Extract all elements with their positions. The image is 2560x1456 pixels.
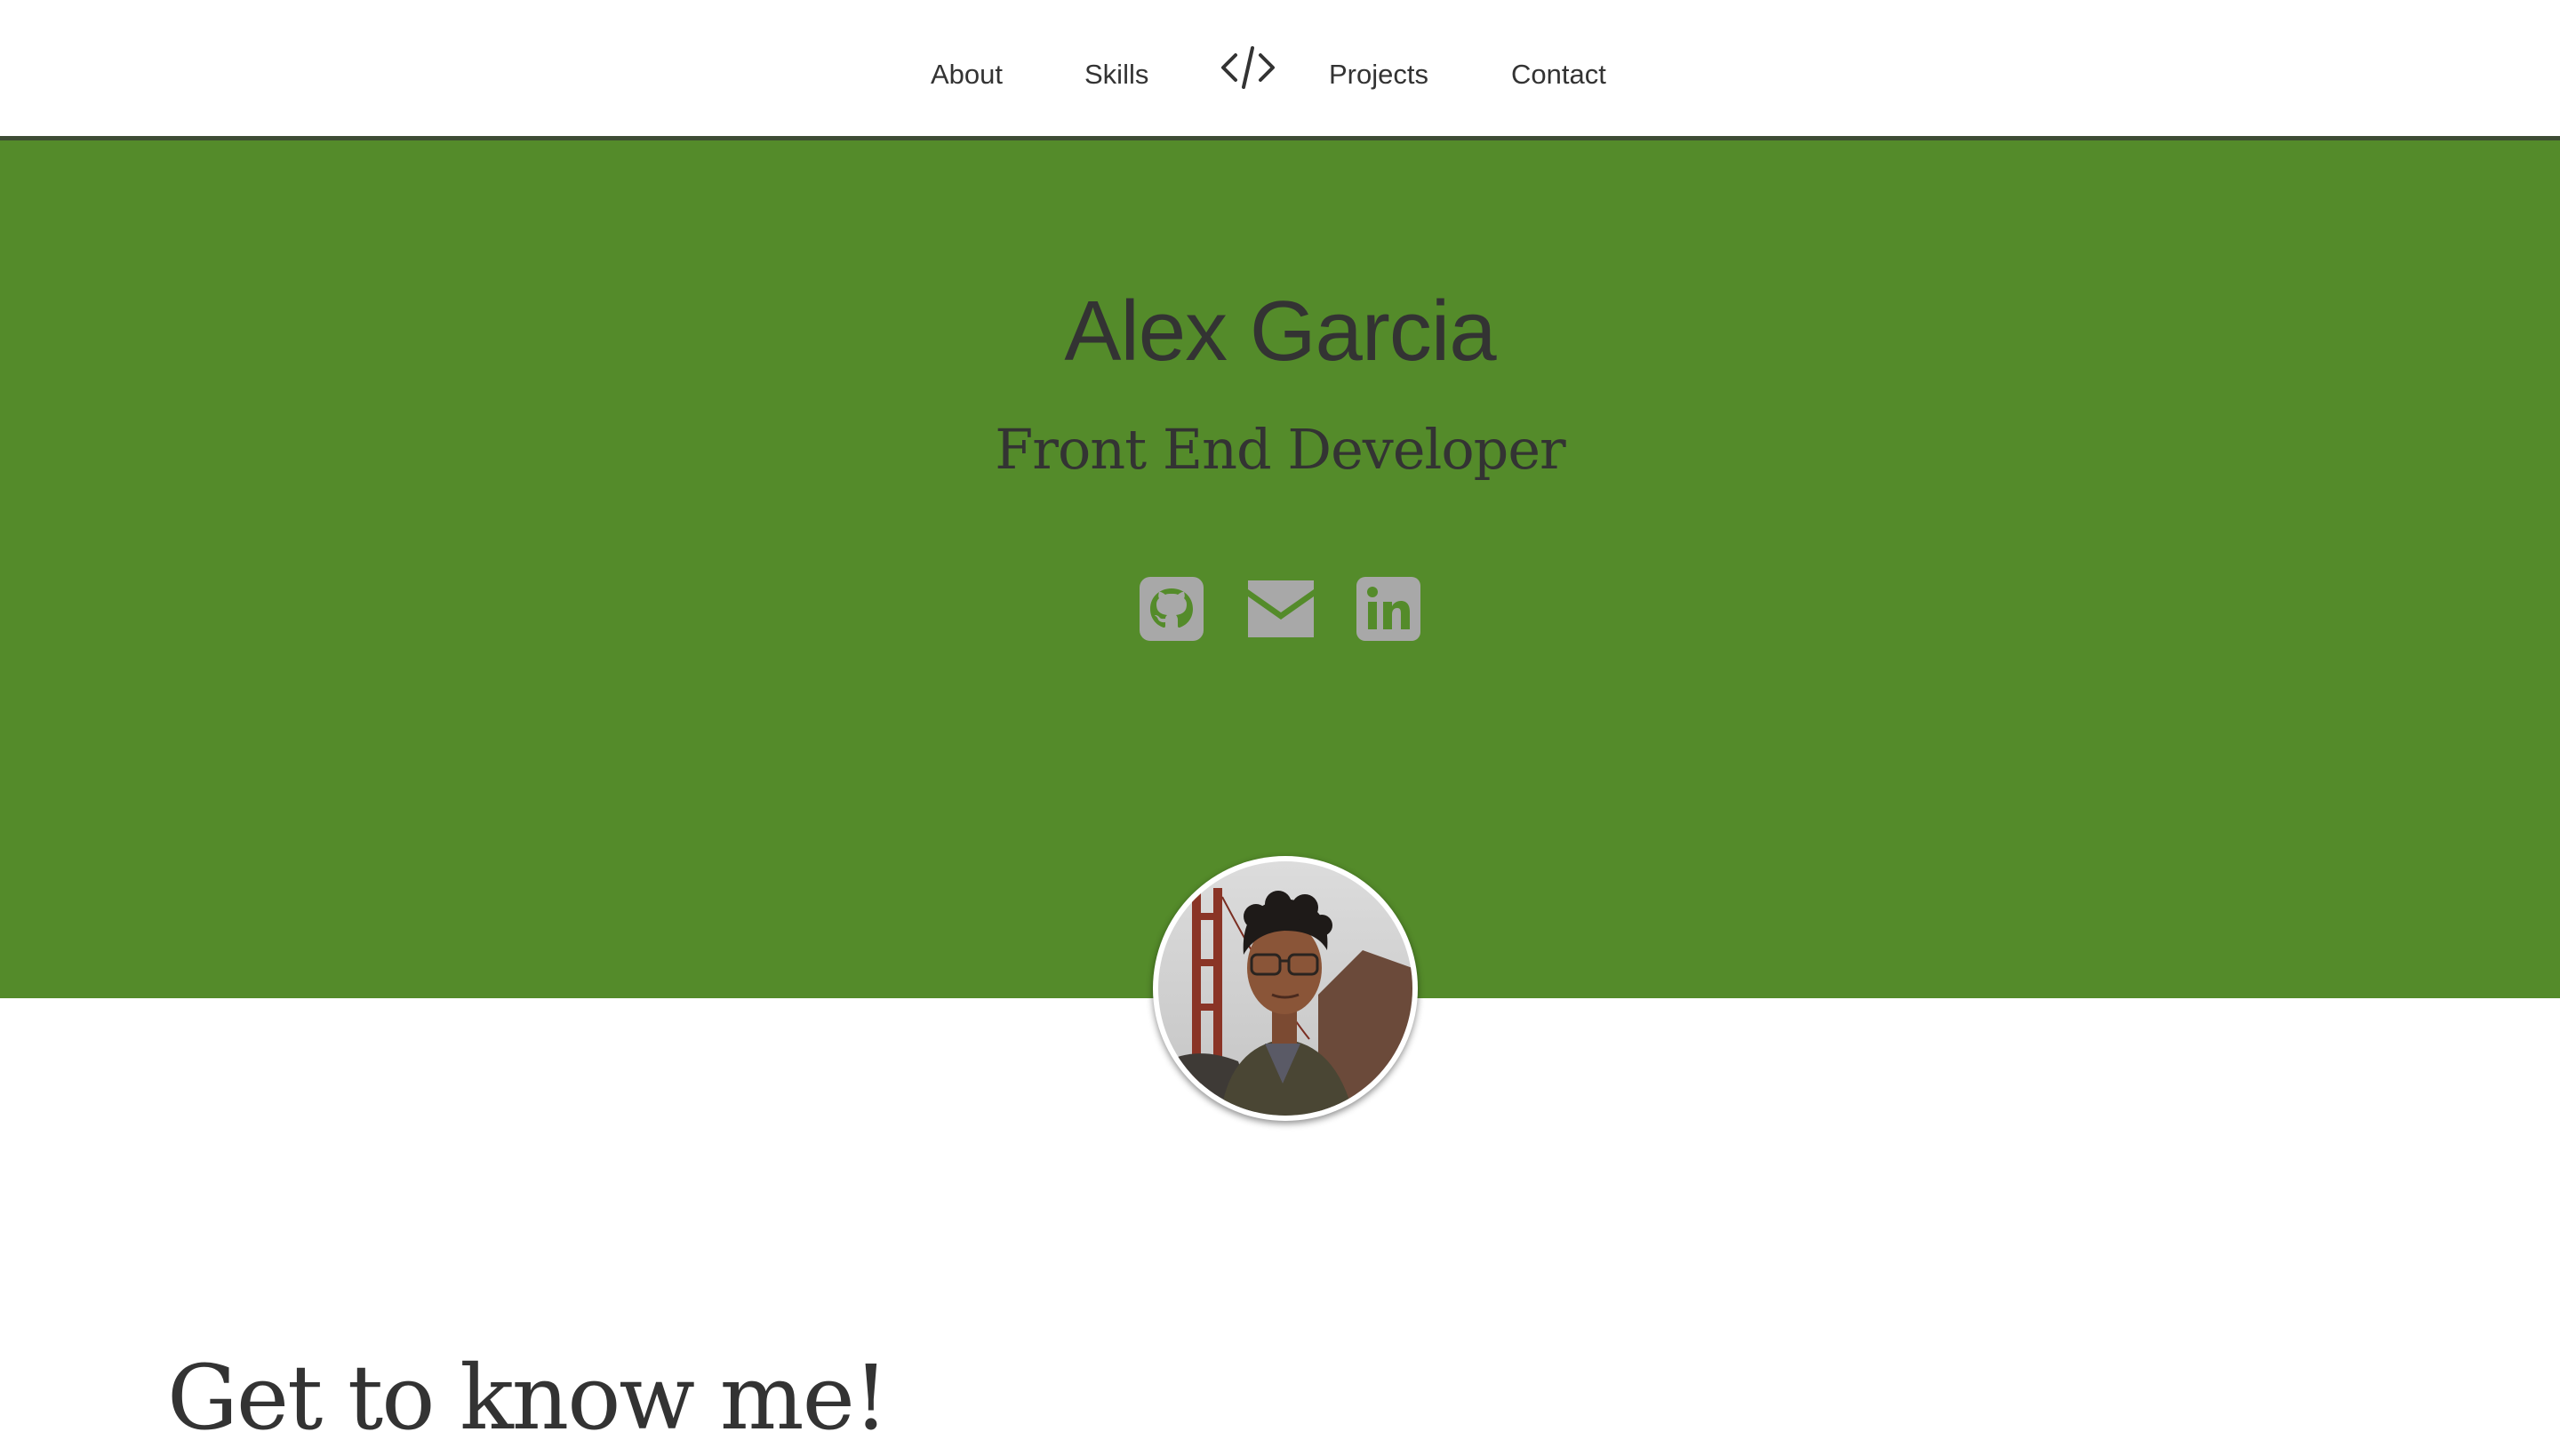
hero-subtitle: Front End Developer	[995, 417, 1565, 482]
profile-avatar	[1153, 856, 1418, 1121]
email-icon[interactable]	[1244, 577, 1317, 641]
github-icon[interactable]	[1140, 577, 1204, 641]
about-heading: Get to know me!	[167, 1346, 889, 1450]
nav-link-contact[interactable]: Contact	[1511, 57, 1606, 92]
nav-link-skills[interactable]: Skills	[1084, 57, 1148, 92]
hero-name: Alex Garcia	[1064, 284, 1496, 379]
linkedin-icon[interactable]	[1356, 577, 1420, 641]
code-brackets-icon[interactable]	[1220, 44, 1276, 91]
top-navbar: About Skills Projects Contact	[0, 0, 2560, 140]
nav-link-projects[interactable]: Projects	[1329, 57, 1428, 92]
nav-link-about[interactable]: About	[931, 57, 1003, 92]
profile-photo	[1158, 861, 1412, 1116]
